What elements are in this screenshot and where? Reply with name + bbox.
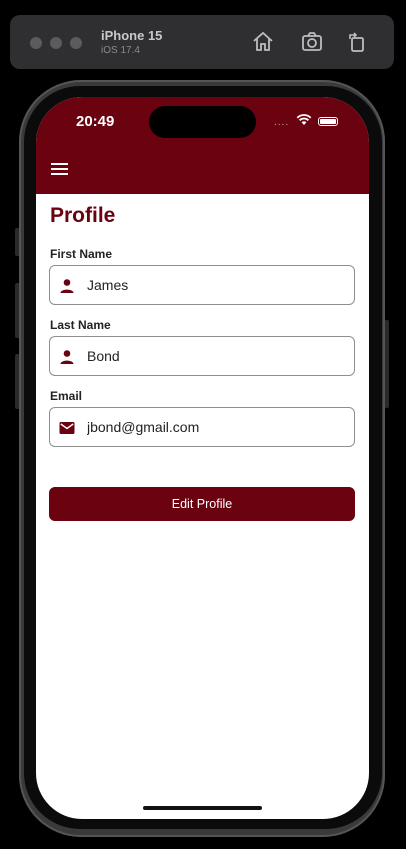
person-icon: [60, 350, 74, 364]
hamburger-menu-icon[interactable]: [51, 163, 68, 176]
phone-screen: 20:49 .... Profile First Name Last Name …: [36, 97, 369, 819]
person-icon: [60, 279, 74, 293]
email-input[interactable]: [87, 408, 347, 446]
first-name-label: First Name: [50, 247, 113, 261]
first-name-input[interactable]: [87, 266, 347, 304]
screenshot-icon[interactable]: [300, 30, 324, 54]
device-name: iPhone 15: [101, 28, 163, 43]
first-name-field[interactable]: [49, 265, 355, 305]
last-name-field[interactable]: [49, 336, 355, 376]
simulator-toolbar: iPhone 15 iOS 17.4: [10, 15, 394, 69]
status-time: 20:49: [76, 113, 115, 130]
home-icon[interactable]: [251, 30, 275, 54]
rotate-icon[interactable]: [345, 30, 369, 54]
window-close-dot[interactable]: [30, 37, 42, 49]
edit-profile-button[interactable]: Edit Profile: [49, 487, 355, 521]
window-minimize-dot[interactable]: [50, 37, 62, 49]
email-field[interactable]: [49, 407, 355, 447]
app-bar: 20:49 ....: [36, 97, 369, 194]
dynamic-island: [149, 106, 256, 138]
window-zoom-dot[interactable]: [70, 37, 82, 49]
home-indicator[interactable]: [143, 806, 262, 810]
os-version: iOS 17.4: [101, 45, 140, 56]
email-label: Email: [50, 389, 83, 403]
wifi-icon: [296, 114, 312, 125]
battery-icon: [318, 117, 338, 126]
signal-icon: ....: [274, 117, 290, 128]
mail-icon: [59, 422, 75, 434]
last-name-input[interactable]: [87, 337, 347, 375]
last-name-label: Last Name: [50, 318, 111, 332]
page-title: Profile: [50, 204, 116, 227]
